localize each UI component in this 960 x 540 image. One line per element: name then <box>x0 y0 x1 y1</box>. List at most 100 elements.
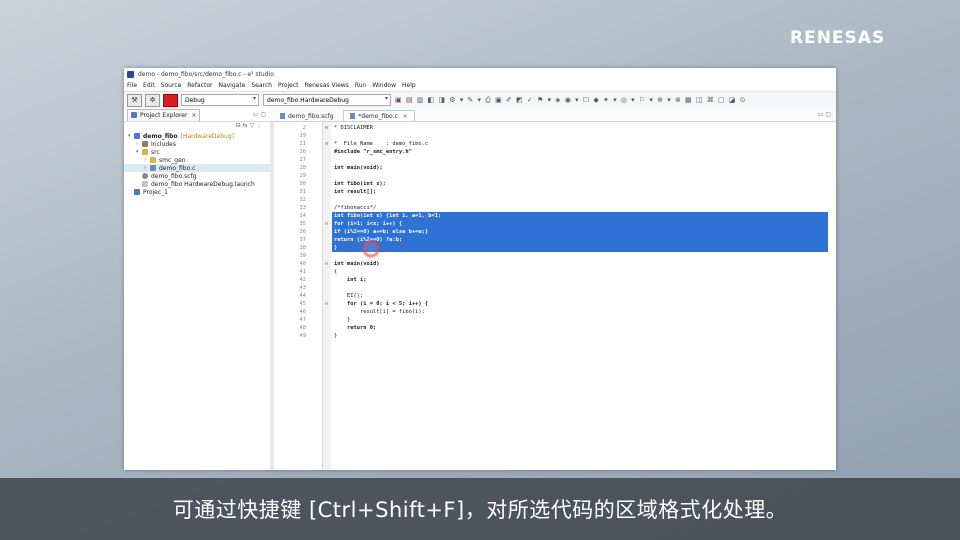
code-line[interactable]: 30 int fibo(int x); <box>270 180 836 188</box>
line-number: 26 <box>299 149 307 155</box>
code-line[interactable]: 49} <box>270 332 836 340</box>
tree-item[interactable]: demo_fibo.scfg <box>124 172 270 180</box>
project-tree: ▾ demo_fibo [HardwareDebug] › Includes ▾ src › s… <box>124 132 270 196</box>
toolbar-icon-strip[interactable]: ▣ ▤ ▥ ◧ ◨ ⚙ ▾ ✎ ▾ ⎙ ▣ ✐ ◩ ✓ ⚑ ▾ ◈ ◉ ▾ ☐ … <box>395 96 795 105</box>
menu-item-source[interactable]: Source <box>161 82 182 89</box>
code-line[interactable]: 33 /*fibonacci*/ <box>270 204 836 212</box>
tab-demo-fibo-scfg[interactable]: demo_fibo.scfg <box>274 111 339 121</box>
close-icon[interactable]: × <box>191 112 196 119</box>
code-text: int i; <box>334 277 367 283</box>
tab-demo-fibo-c[interactable]: *demo_fibo.c × <box>343 110 415 121</box>
tree-item-label: Projec_1 <box>143 188 168 196</box>
editor-tabs: demo_fibo.scfg *demo_fibo.c × ▭ ▢ <box>270 108 836 122</box>
tree-item[interactable]: demo_fibo HardwareDebug.launch <box>124 180 270 188</box>
code-text: } <box>334 317 351 323</box>
tree-item-label: demo_fibo <box>143 132 178 140</box>
folder-icon <box>150 157 156 163</box>
tree-item[interactable]: › demo_fibo.c <box>124 164 270 172</box>
tree-item[interactable]: Projec_1 <box>124 188 270 196</box>
code-line[interactable]: 42 int i; <box>270 276 836 284</box>
subtitle-text: 可通过快捷键 [Ctrl+Shift+F]，对所选代码的区域格式化处理。 <box>172 498 788 522</box>
collapse-fold-icon[interactable]: ⊖ <box>325 220 331 228</box>
menu-item-renesas-views[interactable]: Renesas Views <box>305 82 349 89</box>
code-line[interactable]: 38} <box>270 244 836 252</box>
code-line[interactable]: 31 int result[]; <box>270 188 836 196</box>
code-line[interactable]: 36 if (i%2==0) a+=b; else b+=a;} <box>270 228 836 236</box>
code-line[interactable]: 40 ⊖ int main(void) <box>270 260 836 268</box>
line-number: 48 <box>299 325 307 331</box>
code-line[interactable]: 2 ⊕ * DISCLAIMER <box>270 124 836 132</box>
code-line[interactable]: 43 <box>270 284 836 292</box>
line-number: 32 <box>299 197 307 203</box>
menu-item-search[interactable]: Search <box>251 82 272 89</box>
code-line[interactable]: 21 ⊕ * File Name : demo_fibo.c <box>270 140 836 148</box>
code-text: for (i=1; i<x; i++) { <box>334 221 403 227</box>
tree-item[interactable]: ▾ src <box>124 148 270 156</box>
line-number: 2 <box>302 125 306 131</box>
expand-fold-icon[interactable]: ⊕ <box>325 140 331 148</box>
menu-item-window[interactable]: Window <box>372 82 396 89</box>
tree-item[interactable]: › Includes <box>124 140 270 148</box>
tab-project-explorer[interactable]: Project Explorer × <box>127 108 201 121</box>
e2studio-app-icon <box>127 70 134 78</box>
code-line[interactable]: 35 ⊖ for (i=1; i<x; i++) { <box>270 220 836 228</box>
window-titlebar: demo - demo_fibo/src/demo_fibo.c - e² st… <box>124 68 836 80</box>
expand-fold-icon[interactable]: ⊕ <box>325 124 331 132</box>
code-line[interactable]: 41 { <box>270 268 836 276</box>
menu-item-edit[interactable]: Edit <box>143 82 155 89</box>
code-line[interactable]: 28 int main(void); <box>270 164 836 172</box>
code-line[interactable]: 19 <box>270 132 836 140</box>
tree-item-label: demo_fibo.c <box>159 164 196 172</box>
project-explorer-panel: Project Explorer × ▭ ▢ ⊟ ⇆ ▽ ⋮ ▾ demo_fib… <box>124 108 271 470</box>
code-text: int main(void) <box>334 261 380 267</box>
code-text: * DISCLAIMER <box>334 125 373 131</box>
code-text: * File Name : demo_fibo.c <box>334 141 429 147</box>
collapse-fold-icon[interactable]: ⊖ <box>325 260 331 268</box>
explorer-toolbar[interactable]: ⊟ ⇆ ▽ ⋮ <box>124 122 270 132</box>
menu-item-run[interactable]: Run <box>355 82 367 89</box>
menu-item-project[interactable]: Project <box>278 82 299 89</box>
hammer-build-icon[interactable]: ⚒ <box>127 93 142 107</box>
code-text: /*fibonacci*/ <box>334 205 377 211</box>
code-line[interactable]: 32 <box>270 196 836 204</box>
ide-window: demo - demo_fibo/src/demo_fibo.c - e² st… <box>124 68 836 470</box>
collapse-fold-icon[interactable]: ⊖ <box>325 300 331 308</box>
code-line[interactable]: 44 EI(); <box>270 292 836 300</box>
launch-config-select[interactable]: demo_fibo HardwareDebug ▾ <box>263 94 391 106</box>
code-text: int main(void); <box>334 165 383 171</box>
tree-item-label: Includes <box>151 140 176 148</box>
code-line[interactable]: 37return (i%2==0) ?a:b; <box>270 236 836 244</box>
code-line[interactable]: 39 <box>270 252 836 260</box>
build-config-select[interactable]: Debug ▾ <box>181 94 259 106</box>
code-line[interactable]: 27 <box>270 156 836 164</box>
code-line[interactable]: 46 result[i] = fibo(i); <box>270 308 836 316</box>
tree-item[interactable]: ▾ demo_fibo [HardwareDebug] <box>124 132 270 140</box>
line-number: 39 <box>299 253 307 259</box>
code-line[interactable]: 48 return 0; <box>270 324 836 332</box>
close-icon[interactable]: × <box>403 113 408 120</box>
menu-bar: File Edit Source Refactor Navigate Search Proj… <box>124 80 836 91</box>
folder-icon <box>142 149 148 155</box>
c-file-icon <box>150 165 156 171</box>
code-line[interactable]: 26 #include "r_smc_entry.h" <box>270 148 836 156</box>
menu-item-file[interactable]: File <box>127 82 137 89</box>
stop-icon[interactable] <box>163 93 178 107</box>
code-line[interactable]: 34 int fibo(int x) {int i, a=1, b=1; <box>270 212 836 220</box>
code-area[interactable]: 2 ⊕ * DISCLAIMER 19 21 ⊕ * File Name : demo_fi… <box>270 122 836 470</box>
debug-bug-icon[interactable]: ✲ <box>145 93 160 107</box>
tree-item-label: smc_gen <box>159 156 186 164</box>
code-line[interactable]: 45 ⊖ for (i = 0; i < 5; i++) { <box>270 300 836 308</box>
launch-icon <box>142 181 148 187</box>
minimize-maximize-icon[interactable]: ▭ ▢ <box>253 111 266 118</box>
code-line[interactable]: 47 } <box>270 316 836 324</box>
code-text: } <box>334 245 338 251</box>
menu-item-help[interactable]: Help <box>402 82 416 89</box>
code-line[interactable]: 29 <box>270 172 836 180</box>
file-icon <box>280 113 285 119</box>
project-icon <box>134 133 140 139</box>
tree-item[interactable]: › smc_gen <box>124 156 270 164</box>
menu-item-navigate[interactable]: Navigate <box>218 82 245 89</box>
menu-item-refactor[interactable]: Refactor <box>187 82 212 89</box>
minimize-maximize-icon[interactable]: ▭ ▢ <box>818 111 836 118</box>
scfg-icon <box>142 173 148 179</box>
